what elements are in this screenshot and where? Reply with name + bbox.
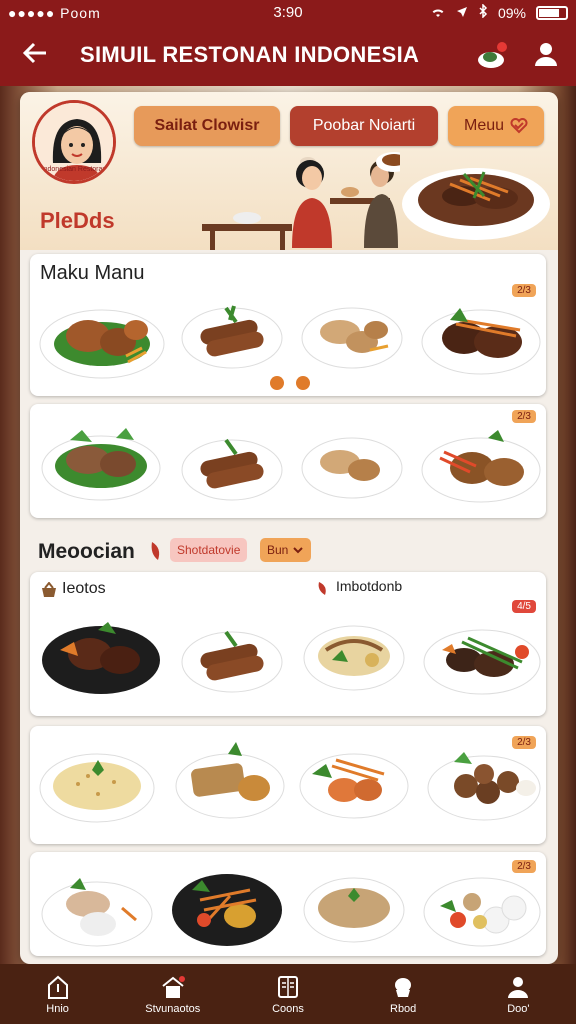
app-header: SIMUIL RESTONAN INDONESIA	[0, 26, 576, 86]
menu-button[interactable]: Meuu	[448, 106, 544, 146]
dish-rendang-black-plate[interactable]	[40, 610, 162, 702]
dish-satay-rolls[interactable]	[180, 290, 284, 374]
dish-meatballs[interactable]	[426, 736, 542, 828]
hero-banner: Indonesian Restoran PleDds Sailat Clowis…	[20, 92, 558, 250]
sailat-button[interactable]: Sailat Clowisr	[134, 106, 280, 146]
featured-dish-image	[402, 168, 550, 240]
section-title-maku-manu: Maku Manu	[40, 262, 145, 284]
brand-label: PleDds	[40, 208, 115, 233]
back-arrow-icon[interactable]	[18, 38, 52, 72]
user-icon	[508, 977, 529, 998]
chevron-icon	[293, 547, 304, 554]
poobar-button[interactable]: Poobar Noiarti	[290, 106, 438, 146]
restaurant-avatar: Indonesian Restoran	[32, 100, 116, 184]
battery-label: 09%	[497, 4, 526, 21]
menu-row-4: 2/3	[30, 726, 546, 844]
menu-row-1: Maku Manu 2/3	[30, 254, 546, 396]
section-title-meoocian: Meoocian	[38, 540, 135, 563]
nav-home[interactable]: Hnio	[13, 964, 103, 1024]
menu-button-label: Meuu	[463, 117, 505, 134]
food-icon	[395, 978, 412, 997]
dish-fried-shrimp[interactable]	[298, 736, 410, 826]
basket-icon	[42, 582, 56, 597]
dish-beef-rendang[interactable]	[420, 290, 542, 382]
dining-scene-illustration	[202, 152, 400, 250]
carousel-dot-2[interactable]	[296, 376, 310, 390]
cart-icon[interactable]	[476, 40, 508, 72]
nav-coupons-label: Coons	[272, 1003, 304, 1015]
menu-row-5: 2/3	[30, 852, 546, 956]
dish-nasi-campur[interactable]	[422, 862, 542, 952]
bottom-nav: Hnio Stvunaotos Coons Rbod Doo'	[0, 964, 576, 1024]
dish-spicy-beef[interactable]	[422, 612, 542, 702]
chili-small-icon	[318, 582, 326, 595]
page-title: SIMUIL RESTONAN INDONESIA	[80, 42, 420, 67]
nav-profile[interactable]: Doo'	[473, 964, 563, 1024]
wifi-icon	[430, 5, 446, 21]
nav-profile-label: Doo'	[507, 1003, 530, 1015]
shotdatovie-tag[interactable]: Shotdatovie	[170, 538, 248, 562]
dish-grilled-fish[interactable]	[174, 736, 286, 826]
menu-card: Indonesian Restoran PleDds Sailat Clowis…	[20, 92, 558, 964]
dish-fried-chicken[interactable]	[40, 416, 162, 508]
dish-soto-bowl[interactable]	[302, 866, 406, 950]
poobar-button-label: Poobar Noiarti	[312, 117, 416, 134]
nav-food[interactable]: Rbod	[358, 964, 448, 1024]
home-icon	[47, 975, 68, 999]
dish-chicken-pieces-2[interactable]	[300, 424, 404, 508]
bun-tag[interactable]: Bun	[260, 538, 312, 562]
sub-label-ieotos: Ieotos	[62, 580, 106, 597]
nav-coupons[interactable]: Coons	[243, 964, 333, 1024]
dish-vegetable-stirfry[interactable]	[170, 860, 284, 950]
dish-chicken-rice[interactable]	[40, 864, 154, 952]
avatar-caption: Indonesian Restoran	[41, 166, 107, 173]
restaurant-icon	[162, 976, 185, 998]
sailat-button-label: Sailat Clowisr	[154, 117, 260, 134]
check-heart-icon	[510, 118, 528, 134]
dish-fried-rice[interactable]	[38, 740, 156, 830]
dish-grilled-chicken[interactable]	[38, 290, 166, 386]
profile-icon[interactable]	[532, 40, 564, 72]
dish-chicken-pieces[interactable]	[300, 294, 404, 378]
bluetooth-icon	[478, 3, 488, 21]
dish-gado-gado-bowl[interactable]	[302, 614, 406, 698]
dish-fried-fish[interactable]	[420, 418, 542, 510]
bun-tag-label: Bun	[267, 543, 289, 557]
nav-restaurants[interactable]: Stvunaotos	[128, 964, 218, 1024]
menu-book-icon	[277, 976, 298, 998]
sub-label-imbotdonb: Imbotdonb	[336, 578, 403, 594]
dish-satay-rolls-3[interactable]	[180, 614, 284, 698]
chili-icon	[151, 542, 160, 560]
nav-home-label: Hnio	[46, 1003, 69, 1015]
nav-food-label: Rbod	[390, 1003, 417, 1015]
menu-row-3: Ieotos Imbotdonb 4/5	[30, 572, 546, 716]
dish-satay-rolls-2[interactable]	[180, 422, 284, 506]
menu-row-2: 2/3	[30, 404, 546, 518]
status-bar: ●●●●● Poom 3:90 09%	[0, 0, 576, 26]
carousel-dot-1[interactable]	[270, 376, 284, 390]
location-icon	[456, 5, 468, 21]
nav-restaurants-label: Stvunaotos	[145, 1003, 201, 1015]
battery-icon	[536, 5, 568, 20]
